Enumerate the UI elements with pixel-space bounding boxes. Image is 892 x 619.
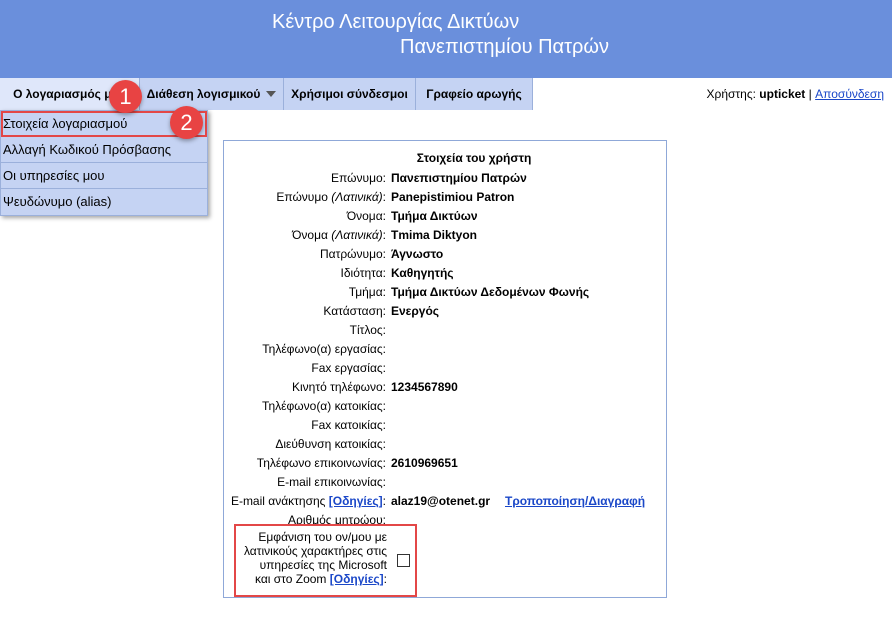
row-label: Διεύθυνση κατοικίας: [275,437,386,451]
menu-item-my-services[interactable]: Οι υπηρεσίες μου [1,163,207,189]
header-title-line2: Πανεπιστημίου Πατρών [400,36,610,58]
row-label: Τμήμα: [348,285,386,299]
chevron-down-icon [266,91,277,97]
row-label: Επώνυμο: [331,171,386,185]
edit-delete-recovery-email-link[interactable]: Τροποποίηση/Διαγραφή [505,494,645,508]
row-label: E-mail επικοινωνίας: [277,475,386,489]
nav-software-label: Διάθεση λογισμικού [146,87,261,101]
latin-name-checkbox[interactable] [397,554,410,567]
nav-useful-links-label: Χρήσιμοι σύνδεσμοι [291,87,408,101]
row-value: Καθηγητής [391,266,454,280]
user-box: Χρήστης: upticket | Αποσύνδεση [707,87,885,101]
nav-helpdesk-label: Γραφείο αρωγής [426,87,522,101]
row-label: Τηλέφωνο επικοινωνίας: [256,456,386,470]
detail-row-work-phone: Τηλέφωνο(α) εργασίας: [224,342,664,361]
nav-software[interactable]: Διάθεση λογισμικού [140,78,284,110]
row-value: Άγνωστο [391,247,444,261]
user-separator: | [808,87,812,101]
step-badge-2: 2 [170,106,203,139]
menu-item-change-password[interactable]: Αλλαγή Κωδικού Πρόσβασης [1,137,207,163]
detail-row-home-address: Διεύθυνση κατοικίας: [224,437,664,456]
row-label: Κινητό τηλέφωνο: [291,380,386,394]
detail-row-name-latin: Όνομα (Λατινικά): Tmima Diktyon [224,228,664,247]
username: upticket [759,87,806,101]
row-label: Ιδιότητα: [340,266,386,280]
detail-row-title: Τίτλος: [224,323,664,342]
header-title-line1: Κέντρο Λειτουργίας Δικτύων [272,11,520,33]
latin-name-option: Εμφάνιση του ον/μου με λατινικούς χαρακτ… [234,524,417,597]
nav-useful-links[interactable]: Χρήσιμοι σύνδεσμοι [284,78,416,110]
detail-row-home-phone: Τηλέφωνο(α) κατοικίας: [224,399,664,418]
row-label: Όνομα (Λατινικά): [292,228,386,242]
row-label: Πατρώνυμο: [319,247,386,261]
detail-row-fathers-name: Πατρώνυμο: Άγνωστο [224,247,664,266]
row-label: Επώνυμο (Λατινικά): [276,190,386,204]
detail-row-contact-phone: Τηλέφωνο επικοινωνίας: 2610969651 [224,456,664,475]
latin-name-option-label: Εμφάνιση του ον/μου με λατινικούς χαρακτ… [243,530,387,586]
row-value: Tmima Diktyon [391,228,478,242]
recovery-email-help-link[interactable]: [Οδηγίες] [329,494,383,508]
detail-row-surname: Επώνυμο: Πανεπιστημίου Πατρών [224,171,664,190]
detail-row-surname-latin: Επώνυμο (Λατινικά): Panepistimiou Patron [224,190,664,209]
site-header: Κέντρο Λειτουργίας Δικτύων Πανεπιστημίου… [0,0,892,78]
detail-row-name: Όνομα: Τμήμα Δικτύων [224,209,664,228]
panel-title: Στοιχεία του χρήστη [416,151,532,165]
row-label: Όνομα: [346,209,386,223]
detail-row-status: Κατάσταση: Ενεργός [224,304,664,323]
logout-link[interactable]: Αποσύνδεση [815,87,884,101]
user-prefix: Χρήστης: [706,87,756,101]
row-value: Τμήμα Δικτύων Δεδομένων Φωνής [391,285,590,299]
row-value: Τμήμα Δικτύων [391,209,478,223]
detail-row-recovery-email: E-mail ανάκτησης [Οδηγίες]: alaz19@otene… [224,494,664,513]
row-value: alaz19@otenet.gr [391,494,491,508]
detail-row-mobile: Κινητό τηλέφωνο: 1234567890 [224,380,664,399]
row-value: Ενεργός [391,304,440,318]
row-value: Πανεπιστημίου Πατρών [391,171,527,185]
detail-row-department: Τμήμα: Τμήμα Δικτύων Δεδομένων Φωνής [224,285,664,304]
row-label: Fax εργασίας: [311,361,386,375]
row-value: 2610969651 [391,456,458,470]
row-label: Κατάσταση: [323,304,386,318]
row-value: Panepistimiou Patron [391,190,515,204]
row-label: E-mail ανάκτησης [Οδηγίες]: [230,494,386,508]
detail-row-role: Ιδιότητα: Καθηγητής [224,266,664,285]
row-label: Fax κατοικίας: [311,418,386,432]
menu-item-alias[interactable]: Ψευδώνυμο (alias) [1,189,207,215]
detail-row-home-fax: Fax κατοικίας: [224,418,664,437]
detail-row-contact-email: E-mail επικοινωνίας: [224,475,664,494]
step-badge-1: 1 [109,80,142,113]
detail-row-work-fax: Fax εργασίας: [224,361,664,380]
row-value: 1234567890 [391,380,458,394]
row-label: Τηλέφωνο(α) εργασίας: [262,342,386,356]
nav-helpdesk[interactable]: Γραφείο αρωγής [416,78,533,110]
row-label: Τίτλος: [349,323,386,337]
latin-option-help-link[interactable]: [Οδηγίες] [330,572,384,586]
row-label: Τηλέφωνο(α) κατοικίας: [262,399,386,413]
